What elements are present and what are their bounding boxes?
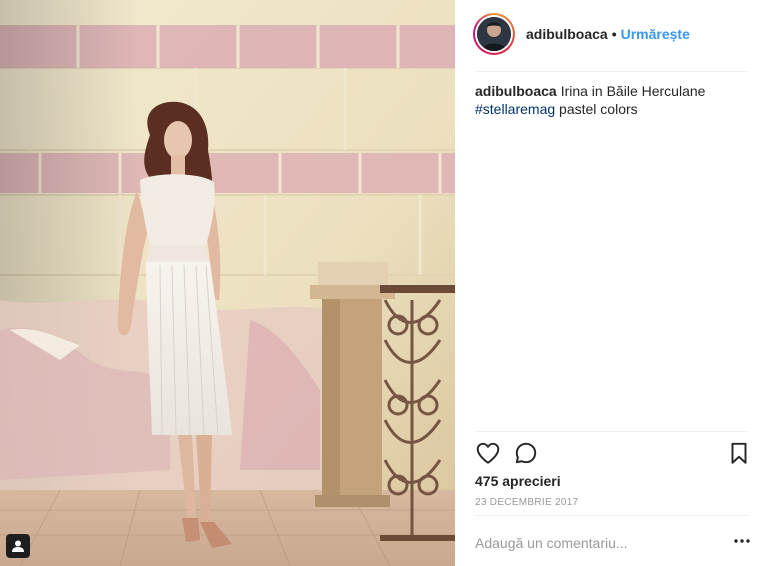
post-caption: adibulboaca Irina in Băile Herculane #ste… [475, 82, 748, 118]
post-date: 23 DECEMBRIE 2017 [475, 497, 579, 508]
photo-image [0, 0, 455, 566]
like-button[interactable] [475, 440, 501, 466]
user-tag-icon [12, 540, 24, 552]
comment-button[interactable] [513, 440, 539, 466]
user-tag-button[interactable] [6, 534, 30, 558]
heart-icon [476, 442, 500, 464]
action-bar [473, 440, 752, 468]
actions-divider [475, 431, 748, 432]
hashtag-link[interactable]: #stellaremag [475, 101, 555, 117]
comment-divider [475, 515, 748, 516]
save-button[interactable] [726, 440, 752, 466]
likes-count[interactable]: 475 aprecieri [475, 473, 561, 489]
avatar-image [477, 17, 511, 51]
more-options-icon [734, 539, 750, 543]
comment-bubble-icon [515, 442, 537, 464]
author-username[interactable]: adibulboaca [526, 26, 608, 42]
post-details-panel: adibulboaca • Urmărește adibulboaca Irina… [455, 0, 768, 566]
story-ring[interactable] [473, 13, 515, 55]
comment-input[interactable] [475, 533, 705, 553]
post-photo[interactable] [0, 0, 455, 566]
caption-tail: pastel colors [559, 101, 638, 117]
caption-username[interactable]: adibulboaca [475, 83, 557, 99]
more-options-button[interactable] [731, 531, 753, 551]
bookmark-icon [731, 442, 747, 464]
follow-button[interactable]: Urmărește [621, 26, 690, 42]
separator-dot: • [611, 26, 617, 42]
header-text: adibulboaca • Urmărește [526, 26, 690, 42]
header-divider [475, 71, 748, 72]
post-header: adibulboaca • Urmărește [473, 10, 748, 58]
avatar [477, 17, 511, 51]
caption-text: Irina in Băile Herculane [560, 83, 706, 99]
